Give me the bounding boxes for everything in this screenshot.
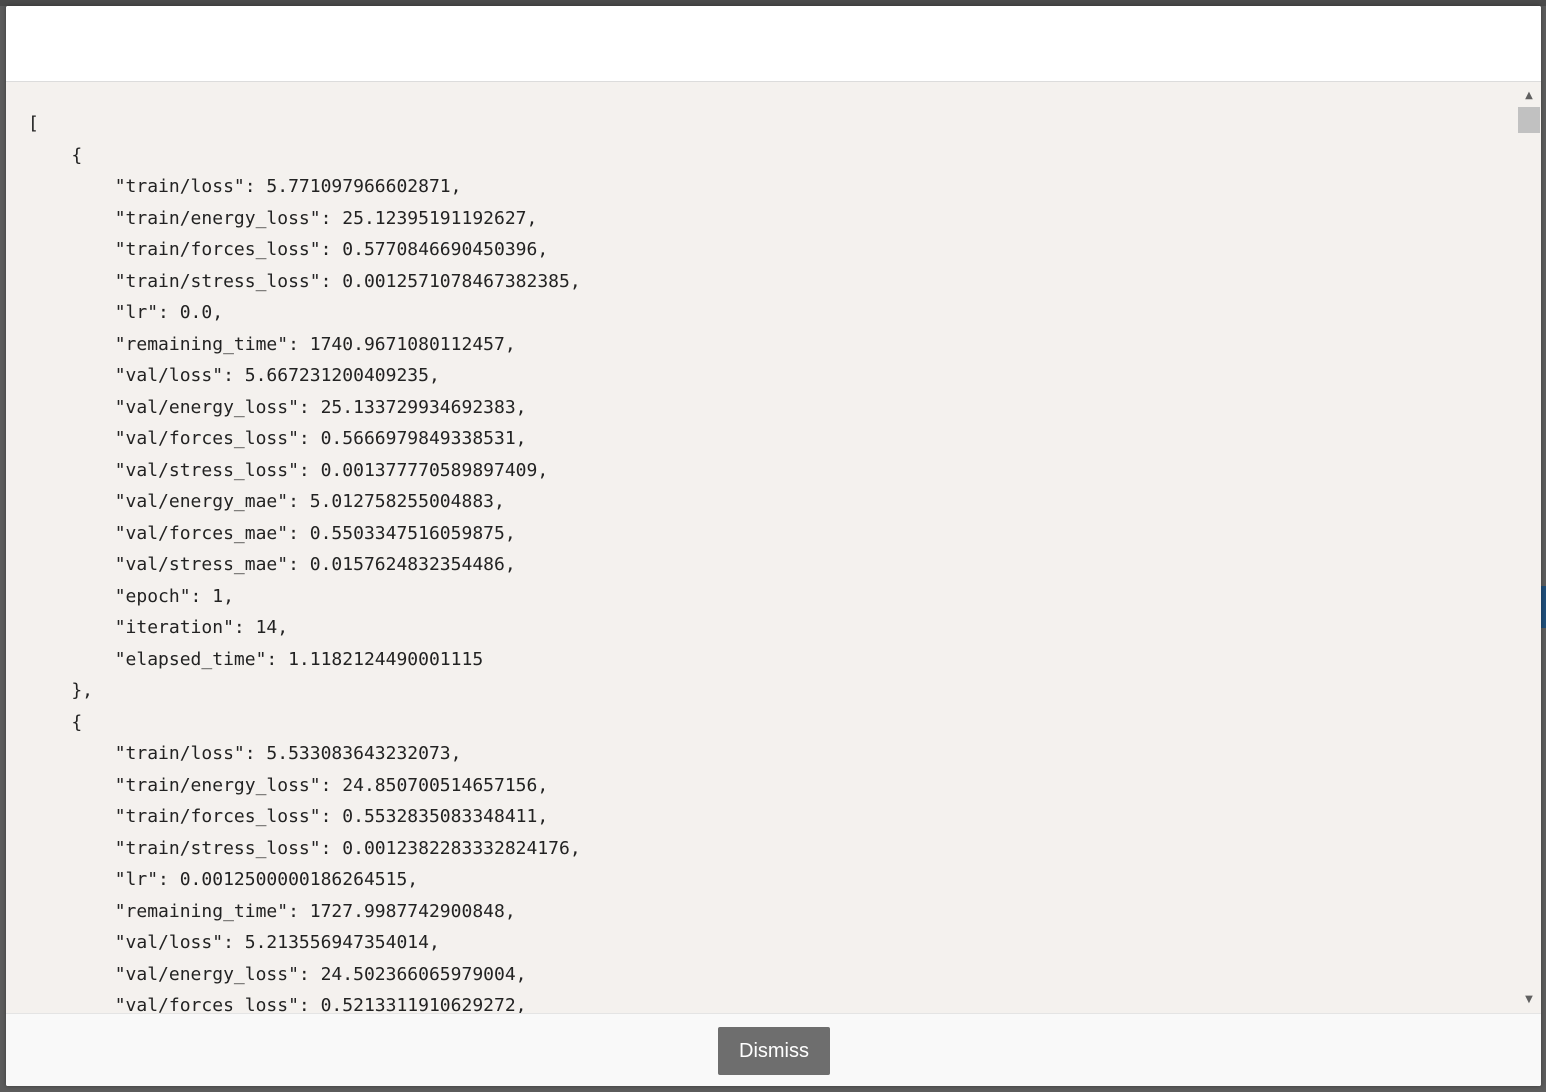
- json-line: "train/energy_loss": 24.850700514657156,: [28, 774, 549, 796]
- scroll-up-arrow-icon[interactable]: ▲: [1517, 88, 1541, 104]
- json-line: "remaining_time": 1727.9987742900848,: [28, 900, 516, 922]
- dialog-header: [6, 6, 1541, 82]
- json-line: "lr": 0.0,: [28, 302, 224, 323]
- json-viewer-dialog: [ { "train/loss": 5.771097966602871, "tr…: [6, 6, 1541, 1086]
- json-line: "train/loss": 5.533083643232073,: [28, 743, 462, 764]
- json-line: "remaining_time": 1740.9671080112457,: [28, 333, 516, 355]
- json-line: "train/energy_loss": 25.12395191192627,: [28, 207, 538, 229]
- json-line: [: [28, 113, 39, 134]
- json-line: "val/loss": 5.213556947354014,: [28, 932, 440, 953]
- json-line: "val/loss": 5.667231200409235,: [28, 365, 440, 386]
- json-line: "val/forces_mae": 0.5503347516059875,: [28, 522, 516, 544]
- json-line: "train/stress_loss": 0.00125710784673823…: [28, 270, 581, 292]
- json-line: "iteration": 14,: [28, 617, 289, 638]
- dismiss-button[interactable]: Dismiss: [718, 1027, 830, 1075]
- dialog-body[interactable]: [ { "train/loss": 5.771097966602871, "tr…: [6, 82, 1541, 1013]
- json-line: "train/forces_loss": 0.5770846690450396,: [28, 239, 549, 260]
- dialog-footer: Dismiss: [6, 1013, 1541, 1086]
- json-line: "train/stress_loss": 0.00123822833328241…: [28, 837, 581, 859]
- scroll-down-arrow-icon[interactable]: ▼: [1517, 992, 1541, 1008]
- json-line: {: [28, 144, 83, 166]
- json-line: },: [28, 680, 94, 701]
- json-line: "val/energy_loss": 25.133729934692383,: [28, 396, 527, 418]
- vertical-scrollbar[interactable]: ▲ ▼: [1517, 82, 1541, 1013]
- json-line: "epoch": 1,: [28, 585, 234, 607]
- json-line: {: [28, 711, 83, 733]
- background-accent-bar: [1541, 586, 1546, 628]
- json-content: [ { "train/loss": 5.771097966602871, "tr…: [28, 108, 581, 1013]
- json-line: "val/forces_loss": 0.5666979849338531,: [28, 428, 527, 449]
- json-line: "val/stress_loss": 0.001377770589897409,: [28, 459, 549, 481]
- json-line: "lr": 0.0012500000186264515,: [28, 869, 419, 890]
- json-line: "val/stress_mae": 0.0157624832354486,: [28, 554, 516, 575]
- json-line: "val/forces_loss": 0.5213311910629272,: [28, 995, 527, 1013]
- json-line: "train/forces_loss": 0.5532835083348411,: [28, 806, 549, 827]
- json-line: "val/energy_loss": 24.502366065979004,: [28, 963, 527, 985]
- json-line: "train/loss": 5.771097966602871,: [28, 176, 462, 197]
- json-line: "elapsed_time": 1.1182124490001115: [28, 648, 484, 670]
- json-line: "val/energy_mae": 5.012758255004883,: [28, 491, 505, 512]
- scrollbar-thumb[interactable]: [1518, 107, 1540, 133]
